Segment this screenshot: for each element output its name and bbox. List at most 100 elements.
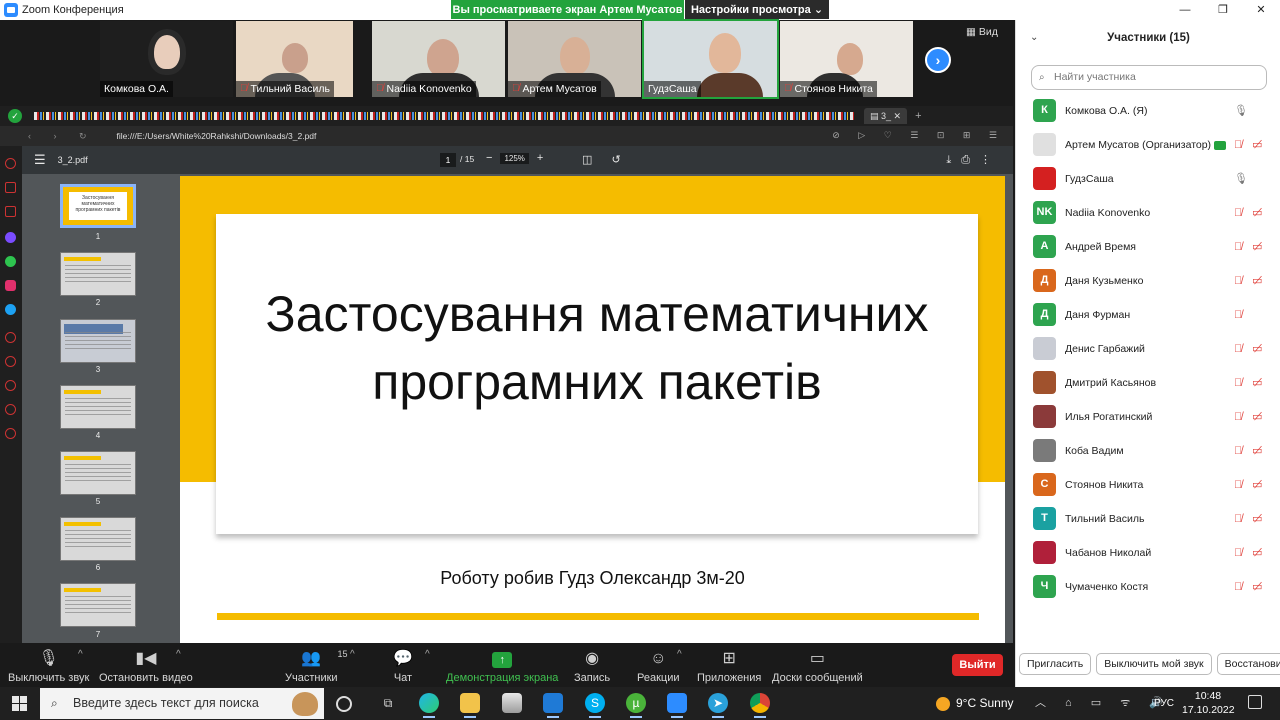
video-tile[interactable]: Комкова О.А. xyxy=(100,21,233,97)
participant-row[interactable]: А Андрей Время 🎙̸ ▭̸ xyxy=(1016,230,1280,264)
participant-row[interactable]: Чабанов Николай 🎙̸ ▭̸ xyxy=(1016,536,1280,570)
chevron-up-icon[interactable]: ^ xyxy=(176,649,181,660)
system-tray-icons[interactable]: ︿ ⌂ ▭ ᯤ 🔊 xyxy=(1035,687,1171,720)
browser-nav-icons[interactable]: ‹ › ↻ xyxy=(28,131,97,142)
sidebar-box-icon[interactable] xyxy=(5,404,16,415)
view-settings-button[interactable]: Настройки просмотра ⌄ xyxy=(685,0,829,19)
utorrent-icon[interactable]: µ xyxy=(626,693,646,718)
whatsapp-icon[interactable] xyxy=(5,256,16,267)
page-number-input[interactable]: 1 xyxy=(440,153,456,167)
thumbnail-page-7[interactable] xyxy=(60,583,136,627)
sidebar-history-icon[interactable] xyxy=(5,332,16,343)
share-screen-button[interactable]: ↑ Демонстрация экрана xyxy=(446,643,558,687)
video-tile-active-speaker[interactable]: ГудзСаша xyxy=(642,19,779,99)
participant-row[interactable]: Д Даня Фурман 🎙̸ xyxy=(1016,298,1280,332)
edge-icon[interactable] xyxy=(419,693,439,718)
close-icon[interactable]: ✕ xyxy=(1242,0,1280,20)
participant-row[interactable]: Ч Чумаченко Костя 🎙̸ ▭̸ xyxy=(1016,570,1280,604)
store-icon[interactable] xyxy=(502,693,522,713)
browser-active-tab[interactable]: ▤ 3_ ✕ xyxy=(864,108,908,124)
pdf-viewer[interactable]: Застосування математичних програмних пак… xyxy=(172,174,1013,643)
zoom-in-icon[interactable]: + xyxy=(537,152,543,164)
messenger-icon[interactable] xyxy=(5,232,16,243)
thumbnail-page-3[interactable] xyxy=(60,319,136,363)
instagram-icon[interactable] xyxy=(5,280,16,291)
participant-row[interactable]: Коба Вадим 🎙̸ ▭̸ xyxy=(1016,434,1280,468)
maximize-icon[interactable]: ❐ xyxy=(1204,0,1242,20)
sidebar-settings-icon[interactable] xyxy=(5,428,16,439)
sidebar-vk-icon[interactable] xyxy=(5,206,16,217)
browser-action-icons[interactable]: ⊘ ▷ ♡ ☰ ⊡ ⊞ ☰ xyxy=(832,130,1005,141)
participant-row[interactable]: Артем Мусатов (Организатор) 🎙̸ ▭̸ xyxy=(1016,128,1280,162)
participant-row[interactable]: Илья Рогатинский 🎙̸ ▭̸ xyxy=(1016,400,1280,434)
menu-icon[interactable]: ☰ xyxy=(34,152,46,168)
thumbnail-page-2[interactable] xyxy=(60,252,136,296)
zoom-icon[interactable] xyxy=(667,693,687,718)
zoom-out-icon[interactable]: − xyxy=(486,152,492,164)
view-button[interactable]: ▦ Вид xyxy=(966,26,998,38)
url-field[interactable]: file:///E:/Users/White%20Rahkshi/Downloa… xyxy=(117,131,317,141)
taskbar-clock[interactable]: 10:48 17.10.2022 xyxy=(1182,689,1235,717)
participant-row[interactable]: NK Nadiia Konovenko 🎙̸ ▭̸ xyxy=(1016,196,1280,230)
new-tab-icon[interactable]: + xyxy=(915,110,921,122)
video-tile[interactable]: 🎙̸ Артем Мусатов xyxy=(508,21,641,97)
minimize-icon[interactable]: — xyxy=(1166,0,1204,20)
participants-button[interactable]: 👥 Участники 15 xyxy=(285,643,348,687)
participant-row[interactable]: Д Даня Кузьменко 🎙̸ ▭̸ xyxy=(1016,264,1280,298)
participant-row[interactable]: ГудзСаша 🎙 xyxy=(1016,162,1280,196)
weather-widget[interactable]: 9°C Sunny xyxy=(936,687,1014,720)
sidebar-bag-icon[interactable] xyxy=(5,182,16,193)
twitter-icon[interactable] xyxy=(5,304,16,315)
chevron-up-icon[interactable]: ^ xyxy=(425,649,430,660)
language-indicator[interactable]: РУС xyxy=(1154,687,1174,720)
participant-row[interactable]: К Комкова О.А. (Я) 🎙 xyxy=(1016,94,1280,128)
whiteboards-button[interactable]: ▭ Доски сообщений xyxy=(772,643,863,687)
reactions-button[interactable]: ☺ Реакции xyxy=(637,643,680,687)
chevron-up-icon[interactable]: ^ xyxy=(350,649,355,660)
zoom-value[interactable]: 125% xyxy=(500,152,529,164)
telegram-icon[interactable]: ➤ xyxy=(708,693,728,718)
notifications-icon[interactable] xyxy=(1248,695,1262,709)
chevron-up-icon[interactable]: ^ xyxy=(677,649,682,660)
record-button[interactable]: ◉ Запись xyxy=(574,643,610,687)
skype-icon[interactable]: S xyxy=(585,693,605,718)
sidebar-home-icon[interactable] xyxy=(5,158,16,169)
mail-icon[interactable] xyxy=(543,693,563,718)
thumbnail-bar xyxy=(64,588,101,592)
participant-face xyxy=(559,37,590,75)
video-tile[interactable]: 🎙̸ Стоянов Никита xyxy=(780,21,913,97)
thumbnail-page-1[interactable]: Застосування математичних програмних пак… xyxy=(60,184,136,228)
thumbnail-page-6[interactable] xyxy=(60,517,136,561)
fit-rotate-icons[interactable]: ◫ ↺ xyxy=(582,153,629,166)
video-tile[interactable]: 🎙̸ Nadiia Konovenko xyxy=(372,21,505,97)
participant-row[interactable]: Денис Гарбажий 🎙̸ ▭̸ xyxy=(1016,332,1280,366)
vpn-shield-icon[interactable]: ✓ xyxy=(8,109,22,123)
leave-button[interactable]: Выйти xyxy=(952,654,1003,676)
thumbnail-page-5[interactable] xyxy=(60,451,136,495)
apps-button[interactable]: ⊞ Приложения xyxy=(697,643,761,687)
participant-row[interactable]: С Стоянов Никита 🎙̸ ▭̸ xyxy=(1016,468,1280,502)
task-view-icon[interactable]: ⧉ xyxy=(378,693,398,713)
more-icon[interactable]: ⋮ xyxy=(980,154,1001,166)
taskbar-search-input[interactable]: ⌕ Введите здесь текст для поиска xyxy=(40,688,324,719)
pinned-tabs[interactable] xyxy=(34,112,854,120)
thumbnail-page-4[interactable] xyxy=(60,385,136,429)
restore-button[interactable]: Восстановить xyxy=(1216,653,1280,675)
sidebar-player-icon[interactable] xyxy=(5,356,16,367)
next-page-button[interactable]: › xyxy=(925,47,951,73)
participant-search-input[interactable]: ⌕ Найти участника xyxy=(1031,65,1267,90)
sidebar-clock-icon[interactable] xyxy=(5,380,16,391)
invite-button[interactable]: Пригласить xyxy=(1019,653,1092,675)
mute-me-button[interactable]: Выключить мой звук xyxy=(1096,653,1212,675)
chevron-up-icon[interactable]: ^ xyxy=(78,649,83,660)
print-icon[interactable]: ⎙ xyxy=(961,154,980,166)
chat-button[interactable]: 💬 Чат xyxy=(393,643,413,687)
file-explorer-icon[interactable] xyxy=(460,693,480,718)
chrome-icon[interactable] xyxy=(750,693,770,718)
cortana-icon[interactable] xyxy=(336,696,352,712)
video-tile[interactable]: 🎙̸ Тильний Василь xyxy=(236,21,353,97)
participant-row[interactable]: Дмитрий Касьянов 🎙̸ ▭̸ xyxy=(1016,366,1280,400)
download-icon[interactable]: ⤓ xyxy=(946,154,961,166)
windows-start-icon[interactable] xyxy=(12,696,27,711)
participant-row[interactable]: Т Тильний Василь 🎙̸ ▭̸ xyxy=(1016,502,1280,536)
